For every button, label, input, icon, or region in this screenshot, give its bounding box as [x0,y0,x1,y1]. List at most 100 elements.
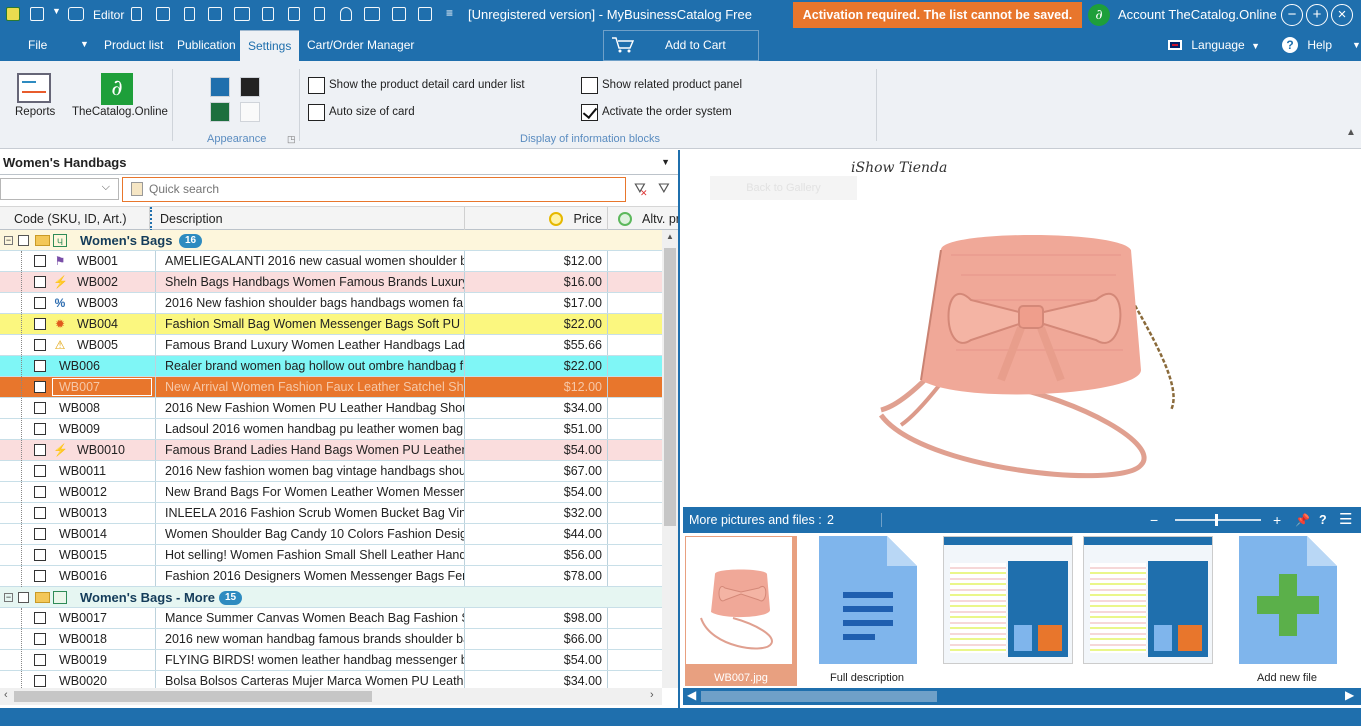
table-row[interactable]: WB006 Realer brand women bag hollow out … [0,356,662,377]
row-checkbox[interactable] [34,402,46,414]
table-row[interactable]: ⚑ WB001 AMELIEGALANTI 2016 new casual wo… [0,251,662,272]
table-row[interactable]: WB009 Ladsoul 2016 women handbag pu leat… [0,419,662,440]
product-code[interactable]: WB007 [52,378,152,396]
row-checkbox[interactable] [34,486,46,498]
row-checkbox[interactable] [34,318,46,330]
android-icon[interactable] [340,7,352,21]
file-export-icon[interactable] [314,7,325,21]
table-row[interactable]: ⚠ WB005 Famous Brand Luxury Women Leathe… [0,335,662,356]
scroll-thumb[interactable] [14,691,372,702]
tab-settings[interactable]: Settings [240,30,300,61]
chevron-down-icon[interactable]: ▼ [661,150,670,175]
minimize-icon[interactable]: − [1281,4,1303,26]
menu-file[interactable]: File [20,30,55,61]
table-row[interactable]: WB0016 Fashion 2016 Designers Women Mess… [0,566,662,587]
thumbnail-item[interactable] [943,536,1073,686]
print-icon[interactable] [156,7,170,21]
filter-dropdown[interactable]: ⌵ [0,178,119,200]
table-row[interactable]: WB0013 INLEELA 2016 Fashion Scrub Women … [0,503,662,524]
account-label[interactable]: Account TheCatalog.Online [1118,7,1277,22]
color-swatch-black[interactable] [240,77,260,97]
desktop-icon[interactable] [234,7,250,21]
color-swatch-blue[interactable] [210,77,230,97]
quick-search[interactable] [122,177,626,202]
maximize-icon[interactable]: + [1306,4,1328,26]
tablet-icon[interactable] [364,7,380,21]
catalog-online-icon[interactable]: ∂ [101,73,133,105]
thumbnail-item[interactable]: Full description [817,536,917,686]
gallery-scrollbar[interactable]: ◀ ▶ [683,688,1361,705]
row-checkbox[interactable] [34,360,46,372]
image-icon[interactable] [208,7,222,21]
tab-publication[interactable]: Publication [169,30,244,61]
html5-icon[interactable] [262,7,274,21]
row-checkbox[interactable] [34,549,46,561]
scroll-right-icon[interactable]: › [650,689,654,701]
table-row[interactable]: ⚡ WB002 Sheln Bags Handbags Women Famous… [0,272,662,293]
collapse-ribbon-icon[interactable]: ▲ [1346,127,1356,138]
thumbnail-item[interactable] [1083,536,1213,686]
related-panel-checkbox[interactable] [581,77,598,94]
row-checkbox[interactable] [34,570,46,582]
help-icon[interactable]: ? [1319,507,1327,533]
reports-icon[interactable] [17,73,51,103]
close-icon[interactable]: × [1331,4,1353,26]
table-row[interactable]: WB0011 2016 New fashion women bag vintag… [0,461,662,482]
add-to-cart-button[interactable]: Add to Cart [603,30,759,61]
table-row[interactable]: WB0014 Women Shoulder Bag Candy 10 Color… [0,524,662,545]
upload-icon[interactable] [418,7,432,21]
row-checkbox[interactable] [34,633,46,645]
row-checkbox[interactable] [34,465,46,477]
group-checkbox[interactable] [18,592,29,603]
table-row[interactable]: ✹ WB004 Fashion Small Bag Women Messenge… [0,314,662,335]
group-checkbox[interactable] [18,235,29,246]
thecatalog-label[interactable]: TheCatalog.Online [72,106,168,118]
reports-label[interactable]: Reports [15,106,55,118]
shop-bag-icon[interactable] [288,7,300,21]
search-input[interactable] [149,182,609,196]
dialog-launcher-icon[interactable]: ◳ [287,134,296,145]
scroll-up-icon[interactable]: ▲ [666,232,674,241]
group-row[interactable]: − Women's Bags - More 15 [0,587,662,608]
table-row[interactable]: ⚡ WB0010 Famous Brand Ladies Hand Bags W… [0,440,662,461]
column-code[interactable]: Code (SKU, ID, Art.) [0,207,150,231]
chevron-down-icon[interactable]: ▼ [1352,30,1361,61]
color-swatch-green[interactable] [210,102,230,122]
chevron-down-icon[interactable]: ▼ [80,39,89,49]
row-checkbox[interactable] [34,444,46,456]
scroll-thumb[interactable] [664,248,676,526]
zoom-in-icon[interactable]: + [1273,507,1281,533]
zoom-slider-handle[interactable] [1215,514,1218,526]
vertical-scrollbar[interactable]: ▲ [662,230,678,688]
pdf-icon[interactable] [184,7,195,21]
document-icon[interactable] [131,7,142,21]
product-image[interactable] [861,230,1191,480]
editor-icon[interactable] [68,7,84,21]
column-alt-price[interactable]: Altv. pr [608,207,678,231]
scroll-left-icon[interactable]: ◀ [687,688,696,702]
language-menu[interactable]: Language ▼ [1168,30,1260,62]
table-row[interactable]: % WB003 2016 New fashion shoulder bags h… [0,293,662,314]
color-swatch-white[interactable] [240,102,260,122]
row-checkbox[interactable] [34,612,46,624]
collapse-icon[interactable]: − [4,593,13,602]
tab-product-list[interactable]: Product list [96,30,171,61]
save-icon[interactable] [30,7,44,21]
table-row-selected[interactable]: WB007 New Arrival Women Fashion Faux Lea… [0,377,662,398]
table-row[interactable]: WB0020 Bolsa Bolsos Carteras Mujer Marca… [0,671,662,688]
column-description[interactable]: Description [150,207,465,231]
editor-label[interactable]: Editor [93,8,124,22]
row-checkbox[interactable] [34,654,46,666]
column-price[interactable]: Price [465,207,608,231]
filter-icon[interactable]: ⛛ [658,180,670,197]
pin-icon[interactable]: 📌 [1295,507,1310,533]
add-file-button[interactable]: Add new file [1237,536,1337,686]
table-row[interactable]: WB0017 Mance Summer Canvas Women Beach B… [0,608,662,629]
zoom-out-icon[interactable]: − [1150,507,1158,533]
menu-icon[interactable]: ☰ [1339,507,1352,533]
scroll-left-icon[interactable]: ‹ [4,689,8,701]
chevron-down-icon[interactable]: ▼ [52,6,61,16]
scroll-right-icon[interactable]: ▶ [1345,688,1354,702]
table-row[interactable]: WB0015 Hot selling! Women Fashion Small … [0,545,662,566]
row-checkbox[interactable] [34,675,46,687]
